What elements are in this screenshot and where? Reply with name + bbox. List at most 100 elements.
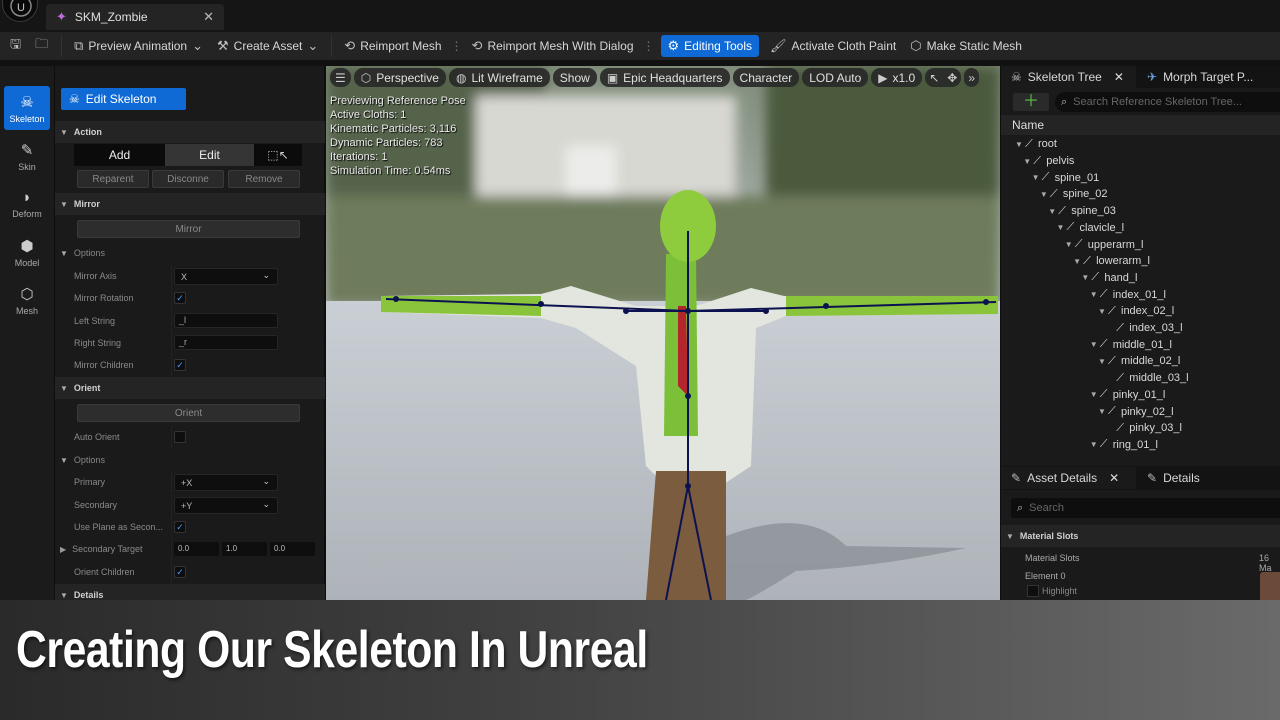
secondary-target-z[interactable]: 0.0 <box>270 542 315 556</box>
select-cursor-icon[interactable]: ↖ <box>929 71 939 85</box>
view-mode-button[interactable]: ◍ Lit Wireframe <box>448 68 550 87</box>
morph-target-tab[interactable]: ✈ Morph Target P... <box>1137 66 1280 88</box>
browse-button[interactable]: 🗀 <box>28 35 55 57</box>
make-static-mesh-button[interactable]: ⬡ Make Static Mesh <box>903 35 1029 57</box>
lod-button[interactable]: LOD Auto <box>802 68 869 87</box>
expand-arrow-icon[interactable]: ▼ <box>1015 140 1025 149</box>
expand-arrow-icon[interactable]: ▼ <box>1073 257 1083 266</box>
expand-arrow-icon[interactable]: ▼ <box>1090 440 1100 449</box>
secondary-dropdown[interactable]: +Y ⌄ <box>174 497 278 514</box>
environment-button[interactable]: ▣ Epic Headquarters <box>599 68 730 87</box>
primary-dropdown[interactable]: +X ⌄ <box>174 474 278 491</box>
expand-arrow-icon[interactable]: ▼ <box>1023 157 1033 166</box>
bone-row[interactable]: ▼ ⟋ clavicle_l <box>1001 220 1280 237</box>
bone-row[interactable]: ▼ ⟋ index_01_l <box>1001 286 1280 303</box>
more-options-icon[interactable]: ⋮ <box>449 39 465 53</box>
secondary-target-x[interactable]: 0.0 <box>174 542 219 556</box>
details-tab[interactable]: ✎ Details <box>1137 467 1280 489</box>
bone-row[interactable]: ▼ ⟋ middle_02_l <box>1001 353 1280 370</box>
disconnect-button[interactable]: Disconne <box>152 170 224 188</box>
remove-button[interactable]: Remove <box>228 170 300 188</box>
save-button[interactable]: 🖫 <box>0 35 28 57</box>
viewport-menu-button[interactable]: ☰ <box>330 68 351 87</box>
bone-row[interactable]: ▼ ⟋ spine_02 <box>1001 186 1280 203</box>
expand-arrow-icon[interactable]: ▼ <box>1098 307 1108 316</box>
bone-row[interactable]: ▼ ⟋ spine_01 <box>1001 169 1280 186</box>
show-button[interactable]: Show <box>552 68 597 87</box>
highlight-checkbox[interactable] <box>1027 585 1039 597</box>
bone-row[interactable]: ▼ ⟋ middle_01_l <box>1001 336 1280 353</box>
mode-skeleton[interactable]: ☠ Skeleton <box>4 86 50 130</box>
bone-row[interactable]: ▼ ⟋ pelvis <box>1001 153 1280 170</box>
expand-arrow-icon[interactable]: ▼ <box>1081 273 1091 282</box>
material-slots-header[interactable]: ▼ Material Slots <box>1001 525 1280 547</box>
bone-row[interactable]: ▼ ⟋ ring_01_l <box>1001 437 1280 454</box>
move-icon[interactable]: ✥ <box>947 71 957 85</box>
more-options-icon[interactable]: ⋮ <box>641 39 657 53</box>
viewport[interactable]: ☰ ⬡ Perspective ◍ Lit Wireframe Show ▣ Epic… <box>326 66 1000 600</box>
material-thumbnail[interactable] <box>1260 572 1280 600</box>
reparent-button[interactable]: Reparent <box>77 170 149 188</box>
mirror-rotation-checkbox[interactable]: ✓ <box>174 292 186 304</box>
add-button[interactable]: Add <box>74 144 165 166</box>
mode-model[interactable]: ⬢ Model <box>4 230 50 274</box>
close-tab-icon[interactable]: ✕ <box>1114 70 1124 84</box>
bone-row[interactable]: ▼ ⟋ root <box>1001 136 1280 153</box>
action-section-header[interactable]: ▼ Action <box>55 121 325 143</box>
playback-speed-button[interactable]: ▶ x1.0 <box>871 68 923 87</box>
edit-button[interactable]: Edit <box>165 144 254 166</box>
orient-button[interactable]: Orient <box>77 404 300 422</box>
mirror-children-checkbox[interactable]: ✓ <box>174 359 186 371</box>
mode-deform[interactable]: ◗ Deform <box>4 182 50 226</box>
orient-options-header[interactable]: ▼ Options <box>55 449 325 471</box>
skeleton-search-input[interactable]: ⌕ Search Reference Skeleton Tree... <box>1055 92 1280 112</box>
expand-arrow-icon[interactable]: ▼ <box>1048 207 1058 216</box>
bone-row[interactable]: ▼ ⟋ index_02_l <box>1001 303 1280 320</box>
expand-arrow-icon[interactable]: ▼ <box>1090 290 1100 299</box>
secondary-target-label[interactable]: ▶ Secondary Target <box>55 538 172 560</box>
skeleton-tree-tab[interactable]: ☠ Skeleton Tree ✕ <box>1001 66 1136 88</box>
mirror-options-header[interactable]: ▼ Options <box>55 242 325 264</box>
bone-row[interactable]: ▼ ⟋ pinky_01_l <box>1001 387 1280 404</box>
orient-children-checkbox[interactable]: ✓ <box>174 566 186 578</box>
bone-row[interactable]: ▼ ⟋ spine_03 <box>1001 203 1280 220</box>
bone-row[interactable]: ▼ ⟋ lowerarm_l <box>1001 253 1280 270</box>
expand-arrow-icon[interactable]: ▼ <box>1090 340 1100 349</box>
expand-arrow-icon[interactable]: ▼ <box>1065 240 1075 249</box>
expand-arrow-icon[interactable]: ▼ <box>1098 357 1108 366</box>
asset-tab[interactable]: ✦ SKM_Zombie ✕ <box>46 4 224 30</box>
left-string-field[interactable]: _l <box>174 313 278 328</box>
mode-skin[interactable]: ✎ Skin <box>4 134 50 178</box>
expand-toolbar-button[interactable]: » <box>964 68 979 87</box>
use-plane-checkbox[interactable]: ✓ <box>174 521 186 533</box>
close-tab-icon[interactable]: ✕ <box>1109 471 1119 485</box>
expand-arrow-icon[interactable]: ▼ <box>1090 390 1100 399</box>
secondary-target-y[interactable]: 1.0 <box>222 542 267 556</box>
unreal-logo-icon[interactable]: U <box>2 0 38 22</box>
right-string-field[interactable]: _r <box>174 335 278 350</box>
editing-tools-button[interactable]: ⚙ Editing Tools <box>660 35 759 57</box>
reimport-mesh-button[interactable]: ⟲ Reimport Mesh <box>331 35 448 57</box>
bone-row[interactable]: ⟋ pinky_03_l <box>1001 420 1280 437</box>
name-column-header[interactable]: Name <box>1001 115 1280 135</box>
preview-animation-button[interactable]: ⧉ Preview Animation ⌄ <box>61 35 210 57</box>
activate-cloth-paint-button[interactable]: 🖌 Activate Cloth Paint <box>763 35 903 57</box>
edit-skeleton-button[interactable]: ☠ Edit Skeleton <box>61 88 186 110</box>
expand-arrow-icon[interactable]: ▼ <box>1057 223 1067 232</box>
close-tab-icon[interactable]: ✕ <box>203 9 224 25</box>
bone-row[interactable]: ▼ ⟋ upperarm_l <box>1001 236 1280 253</box>
bone-row[interactable]: ▼ ⟋ pinky_02_l <box>1001 403 1280 420</box>
expand-arrow-icon[interactable]: ▼ <box>1040 190 1050 199</box>
perspective-button[interactable]: ⬡ Perspective <box>353 68 446 87</box>
auto-orient-checkbox[interactable] <box>174 431 186 443</box>
mirror-axis-dropdown[interactable]: X ⌄ <box>174 268 278 285</box>
mirror-section-header[interactable]: ▼ Mirror <box>55 193 325 215</box>
orient-section-header[interactable]: ▼ Orient <box>55 377 325 399</box>
add-bone-button[interactable]: ＋ <box>1013 93 1049 111</box>
asset-details-tab[interactable]: ✎ Asset Details ✕ <box>1001 467 1136 489</box>
mirror-button[interactable]: Mirror <box>77 220 300 238</box>
mode-mesh[interactable]: ⬡ Mesh <box>4 278 50 322</box>
asset-search-input[interactable]: ⌕ Search <box>1011 498 1280 518</box>
bone-row[interactable]: ⟋ index_03_l <box>1001 320 1280 337</box>
create-asset-button[interactable]: ⚒ Create Asset ⌄ <box>210 35 325 57</box>
